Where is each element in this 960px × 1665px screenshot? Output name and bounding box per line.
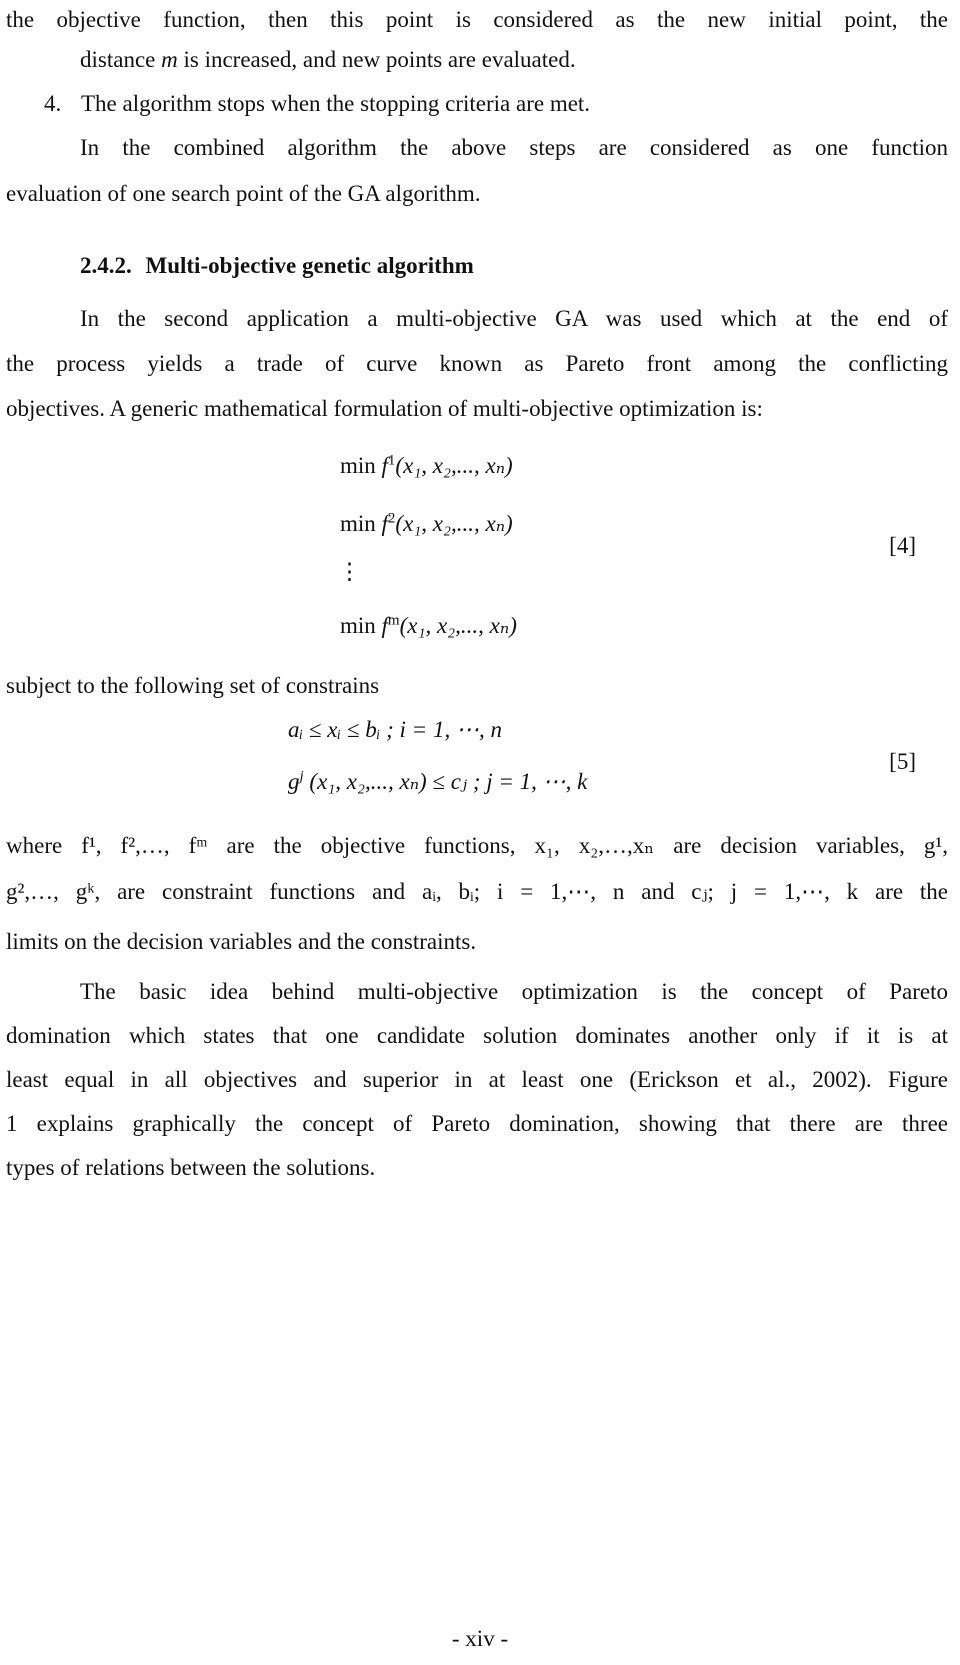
math-operator: min — [340, 453, 376, 478]
body-text-line: domination which states that one candida… — [6, 1023, 948, 1048]
body-text-line: In the second application a multi-object… — [80, 306, 948, 331]
equation-number: [4] — [889, 533, 916, 558]
body-text-line: objectives. A generic mathematical formu… — [6, 396, 763, 421]
body-text-line: the process yields a trade of curve know… — [6, 351, 948, 376]
section-heading: 2.4.2. Multi-objective genetic algorithm — [80, 252, 948, 280]
section-number: 2.4.2. — [80, 253, 132, 278]
body-text-line: g²,…, gᵏ, are constraint functions and a… — [6, 879, 948, 904]
vertical-ellipsis: ⋮ — [338, 559, 361, 584]
math-superscript: j — [299, 768, 304, 785]
body-text-line: distance m is increased, and new points … — [80, 46, 948, 74]
text-fragment: distance — [80, 47, 156, 72]
math-arguments: (x₁, x₂,..., xₙ) — [395, 511, 513, 536]
equation-line: min f2(x₁, x₂,..., xₙ) — [340, 510, 513, 538]
section-title: Multi-objective genetic algorithm — [145, 253, 474, 278]
math-arguments: (x₁, x₂,..., xₙ) ≤ cⱼ ; j = 1, ⋯, k — [309, 769, 588, 794]
body-text-line: the objective function, then this point … — [6, 7, 948, 32]
body-text-line: subject to the following set of constrai… — [6, 673, 380, 698]
math-superscript: m — [387, 612, 400, 629]
body-text-line: least equal in all objectives and superi… — [6, 1067, 948, 1092]
list-item-text: The algorithm stops when the stopping cr… — [81, 91, 591, 116]
math-operator: min — [340, 511, 376, 536]
math-operator: min — [340, 613, 376, 638]
math-arguments: (x₁, x₂,..., xₙ) — [395, 453, 513, 478]
list-item-number: 4. — [44, 91, 62, 116]
equation-line: min f1(x₁, x₂,..., xₙ) — [340, 452, 513, 480]
body-text-line: where f¹, f²,…, fᵐ are the objective fun… — [6, 833, 948, 858]
body-text-line: limits on the decision variables and the… — [6, 929, 477, 954]
body-text-line: The basic idea behind multi-objective op… — [80, 979, 948, 1004]
body-text-line: In the combined algorithm the above step… — [80, 135, 948, 160]
math-arguments: (x₁, x₂,..., xₙ) — [399, 613, 517, 638]
page-number: - xiv - — [451, 1626, 509, 1651]
equation-line: gj (x₁, x₂,..., xₙ) ≤ cⱼ ; j = 1, ⋯, k — [288, 768, 587, 796]
body-text-line: evaluation of one search point of the GA… — [6, 181, 481, 206]
math-variable: m — [161, 47, 178, 72]
math-function: g — [288, 769, 300, 794]
body-text-line: 1 explains graphically the concept of Pa… — [6, 1111, 948, 1136]
list-item: 4. The algorithm stops when the stopping… — [44, 90, 948, 118]
body-text-line: types of relations between the solutions… — [6, 1155, 376, 1180]
text-fragment: is increased, and new points are evaluat… — [183, 47, 576, 72]
equation-line: min fm(x₁, x₂,..., xₙ) — [340, 612, 517, 640]
equation-line: aᵢ ≤ xᵢ ≤ bᵢ ; i = 1, ⋯, n — [288, 717, 502, 742]
equation-number: [5] — [889, 749, 916, 774]
